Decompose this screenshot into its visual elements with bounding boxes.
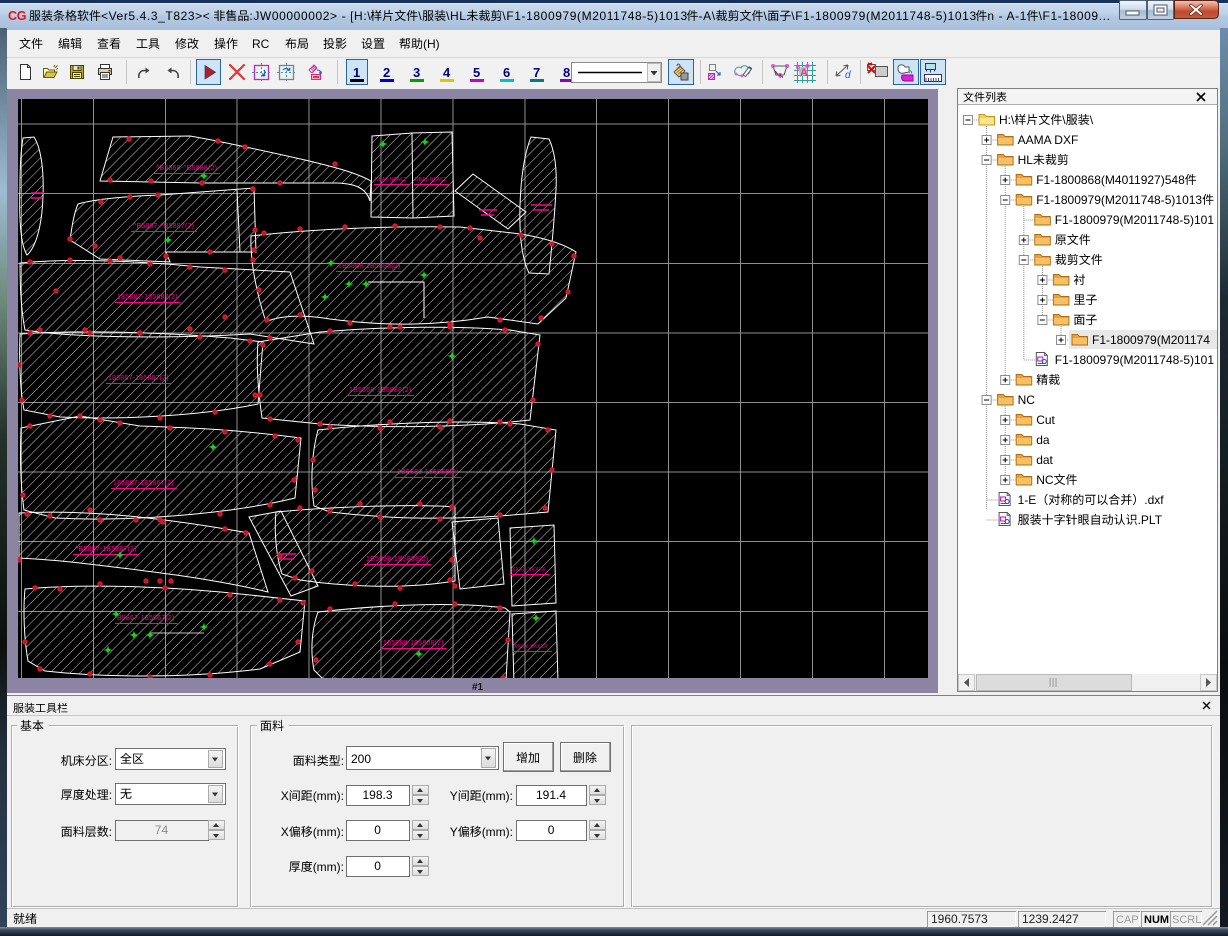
svg-text:1960.7573: 1960.7573 (931, 912, 988, 926)
svg-text:.dxf: .dxf (1144, 493, 1164, 507)
svg-text:n - A-1: n - A-1 (987, 9, 1027, 23)
svg-text:dat: dat (1036, 453, 1053, 467)
svg-text:\: \ (764, 9, 768, 23)
svg-text:NBA1-NBAC2: NBA1-NBAC2 (415, 177, 447, 183)
svg-text:B5867-185867(2): B5867-185867(2) (117, 615, 175, 622)
svg-text:CAP: CAP (1116, 914, 1139, 926)
svg-text:1B5868-1B5888(2): 1B5868-1B5888(2) (366, 556, 428, 563)
svg-text:8: 8 (563, 65, 570, 80)
svg-text:188867-185887(2): 188867-185887(2) (108, 375, 169, 382)
svg-text:^B5868-^B5888(2): ^B5868-^B5888(2) (156, 165, 217, 172)
svg-text:<Ver5.4.3_T823><: <Ver5.4.3_T823>< (101, 9, 210, 23)
svg-text:\HL: \HL (446, 9, 466, 23)
svg-text:\F1-18009...: \F1-18009... (1039, 9, 1111, 23)
svg-text:(mm):: (mm): (313, 789, 344, 803)
svg-text:da: da (1036, 433, 1050, 447)
svg-text:6: 6 (503, 65, 510, 80)
svg-text:A: A (800, 67, 808, 79)
svg-text:185868-185808(2): 185868-185808(2) (383, 640, 444, 647)
svg-text:(mm):: (mm): (313, 825, 344, 839)
svg-text::JW00000002> - [H:\: :JW00000002> - [H:\ (249, 9, 371, 23)
svg-text:^B5887-^B5887(2): ^B5887-^B5887(2) (133, 223, 194, 230)
svg-text:2: 2 (383, 65, 390, 80)
svg-text:74: 74 (155, 823, 169, 837)
svg-text:1239.2427: 1239.2427 (1022, 912, 1079, 926)
svg-text:4: 4 (443, 65, 451, 80)
svg-text:(H): (H) (423, 37, 440, 51)
svg-text:1-E: 1-E (1018, 493, 1037, 507)
svg-text:F1-1800868(M4011927)548: F1-1800868(M4011927)548 (1036, 173, 1185, 187)
svg-text:AAMA DXF: AAMA DXF (1018, 133, 1079, 147)
svg-text:CG: CG (8, 9, 26, 23)
svg-text:0: 0 (548, 823, 555, 837)
svg-text:5: 5 (473, 65, 480, 80)
svg-text:^B5887-1B5887(2): ^B5887-1B5887(2) (75, 546, 137, 553)
svg-text:185867-185867(2): 185867-185867(2) (113, 480, 174, 487)
svg-text:(mm):: (mm): (482, 825, 513, 839)
svg-text:Y: Y (450, 825, 458, 839)
svg-text:X: X (281, 825, 289, 839)
svg-text:7: 7 (533, 65, 540, 80)
svg-text:X: X (281, 789, 289, 803)
svg-text:HL: HL (1018, 153, 1034, 167)
svg-text:(mm):: (mm): (482, 789, 513, 803)
svg-text::: : (341, 754, 344, 768)
svg-text:1B5868-1B5888(2): 1B5868-1B5888(2) (349, 387, 411, 394)
svg-text:191.4: 191.4 (536, 788, 566, 802)
svg-text:F1-1800979(M2011748-5)101: F1-1800979(M2011748-5)101 (1055, 213, 1215, 227)
svg-text:200: 200 (351, 752, 371, 766)
svg-text:3: 3 (413, 65, 420, 80)
svg-text:#1: #1 (472, 682, 484, 693)
svg-text:XXXX-XXXXX: XXXX-XXXXX (512, 567, 546, 573)
svg-text:XXXX-XXXXX: XXXX-XXXXX (514, 644, 548, 650)
svg-text:185887-185887(2): 185887-185887(2) (117, 294, 178, 301)
svg-text:Y: Y (450, 789, 458, 803)
svg-text::: : (109, 825, 112, 839)
svg-text:(mm):: (mm): (313, 860, 344, 874)
svg-text:\: \ (418, 9, 422, 23)
svg-text:1B5880-185868(2): 1B5880-185868(2) (397, 469, 459, 476)
svg-text:.PLT: .PLT (1138, 513, 1163, 527)
svg-text:0: 0 (374, 823, 381, 837)
svg-text:F1-1800979(M201174: F1-1800979(M201174 (1092, 333, 1210, 347)
svg-text:NC: NC (1036, 473, 1054, 487)
svg-text:1B5868-1B5888(2): 1B5868-1B5888(2) (338, 263, 400, 270)
svg-text:F1-1800979(M2011748-5)101: F1-1800979(M2011748-5)101 (1055, 353, 1215, 367)
svg-text:198.3: 198.3 (363, 788, 393, 802)
svg-text:NC: NC (1018, 393, 1036, 407)
svg-text:d: d (845, 70, 851, 81)
svg-text:F1-1800979(M2011748-5)1013: F1-1800979(M2011748-5)1013 (1036, 193, 1202, 207)
svg-text:Cut: Cut (1036, 413, 1055, 427)
svg-text:-A\: -A\ (699, 9, 716, 23)
svg-text:0: 0 (374, 859, 381, 873)
svg-text::: : (109, 754, 112, 768)
svg-text::: : (109, 788, 112, 802)
svg-text:SCRL: SCRL (1172, 914, 1201, 926)
svg-text:NBA1-NBAC2: NBA1-NBAC2 (375, 177, 407, 183)
svg-text:H:\: H:\ (999, 113, 1015, 127)
svg-text:\F1-1800979(M2011748-5)1013: \F1-1800979(M2011748-5)1013 (502, 9, 687, 23)
svg-text:1: 1 (353, 65, 360, 80)
svg-text:RC: RC (252, 37, 270, 51)
svg-text:\F1-1800979(M2011748-5)1013: \F1-1800979(M2011748-5)1013 (791, 9, 976, 23)
svg-text:NUM: NUM (1144, 914, 1169, 926)
